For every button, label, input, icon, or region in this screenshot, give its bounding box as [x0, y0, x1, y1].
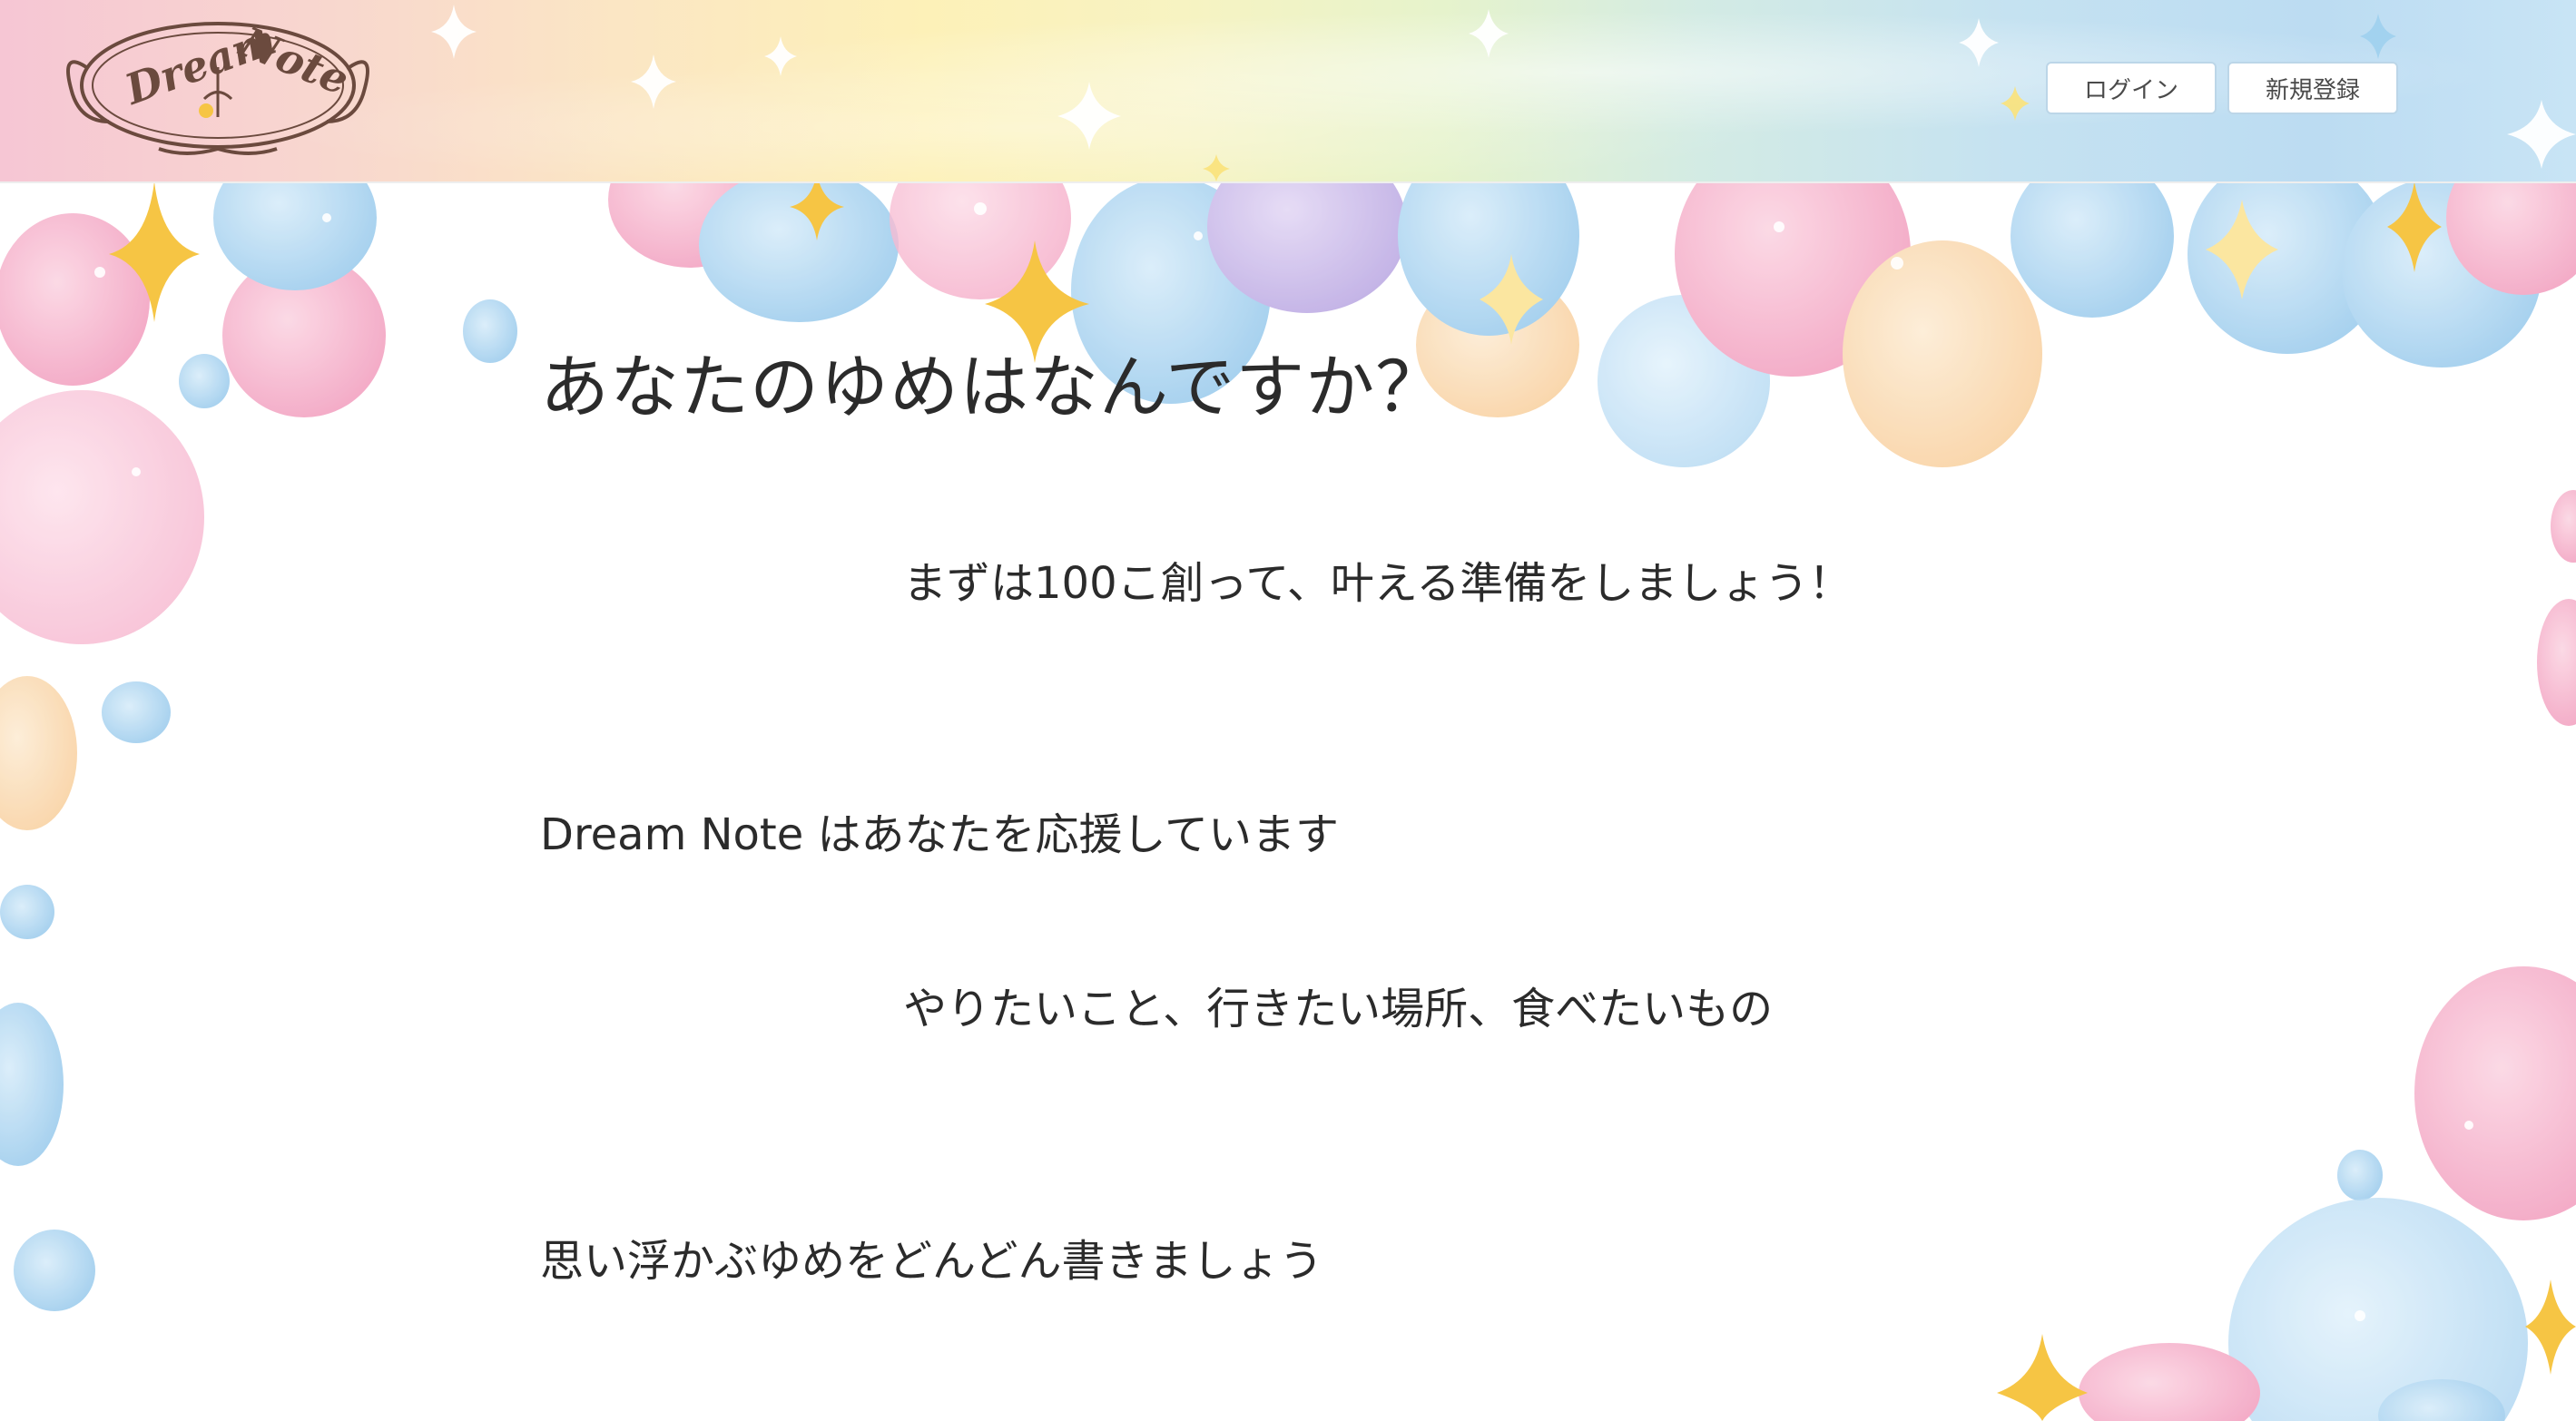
bubble — [2537, 599, 2576, 726]
bubble — [1598, 295, 1770, 467]
logo-emblem-icon[interactable]: Dream Note — [50, 13, 386, 162]
bubble — [463, 299, 517, 363]
bubble — [102, 681, 171, 743]
bubble — [2188, 154, 2387, 354]
bubble — [2342, 177, 2542, 368]
bubble — [14, 1230, 95, 1311]
bubble — [0, 676, 77, 830]
intro-line-1: まずは100こ創って、叶える準備をしましょう！ — [903, 558, 1853, 609]
bubble — [2337, 1150, 2383, 1200]
sparkle-icon — [1480, 254, 1543, 345]
sparkle-icon — [2387, 181, 2442, 272]
bubble — [222, 254, 386, 417]
bubble — [2378, 1379, 2505, 1421]
bubble — [2414, 966, 2576, 1220]
intro-line-4: 思い浮かぶゆめをどんどん書きましょう — [540, 1236, 1323, 1287]
bubble — [0, 390, 204, 644]
header-bar: Dream Note ログイン 新規登録 — [0, 0, 2576, 183]
bubble — [0, 885, 54, 939]
watercolor-bubbles-decoration — [0, 132, 2576, 1421]
bubble — [2551, 490, 2576, 563]
sparkle-icon — [2206, 200, 2278, 299]
sparkle-icon — [109, 181, 200, 322]
bubble — [699, 168, 899, 322]
login-button[interactable]: ログイン — [2046, 62, 2217, 114]
bubble — [2228, 1198, 2528, 1421]
page-heading: あなたのゆめはなんですか？ — [540, 347, 1446, 427]
bubble — [179, 354, 230, 408]
bubble — [1843, 240, 2042, 467]
intro-line-3: やりたいこと、行きたい場所、食べたいもの — [903, 984, 1774, 1034]
bubble — [0, 213, 150, 386]
intro-line-2: Dream Note はあなたを応援しています — [540, 809, 1340, 860]
signup-button[interactable]: 新規登録 — [2227, 62, 2398, 114]
page-root: Dream Note ログイン 新規登録 あなたのゆめはなんですか？ まずは10… — [0, 0, 2576, 1421]
sparkle-icon — [1997, 1334, 2088, 1421]
bubble — [0, 1003, 64, 1166]
sparkle-icon — [2525, 1279, 2576, 1375]
bubble — [2079, 1343, 2260, 1421]
